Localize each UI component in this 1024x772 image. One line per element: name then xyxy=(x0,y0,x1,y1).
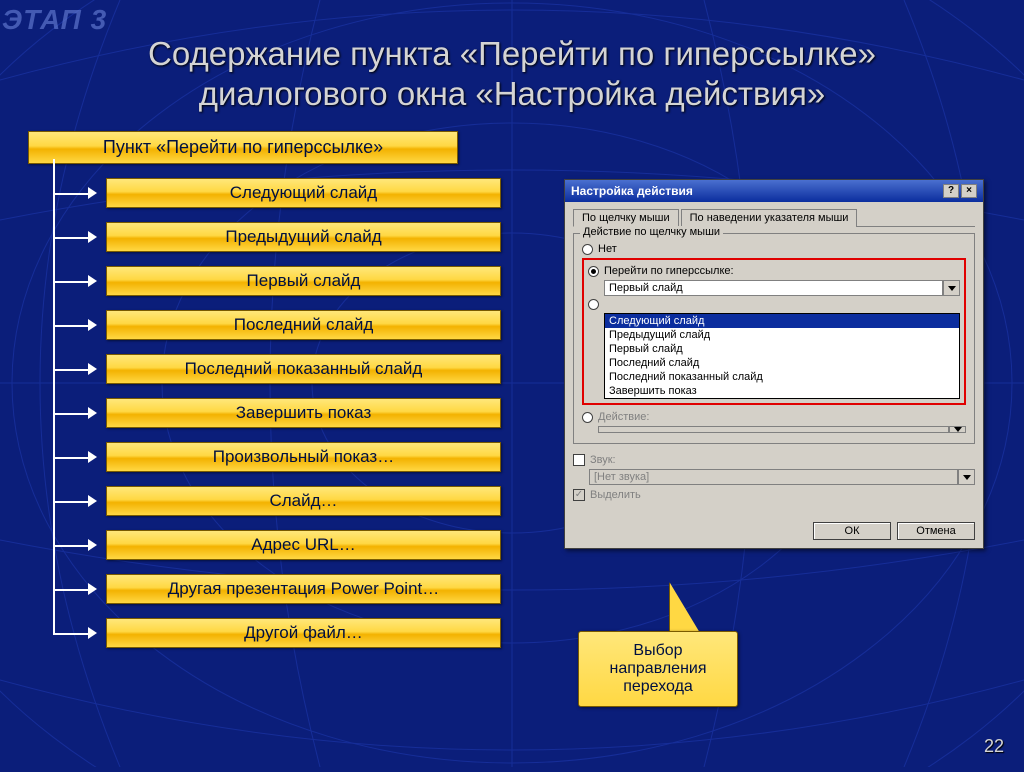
tree-item: Следующий слайд xyxy=(106,178,501,208)
tree-item: Последний слайд xyxy=(106,310,501,340)
callout-box: Выбор направления перехода xyxy=(578,631,738,707)
tree-branch: Первый слайд xyxy=(28,266,538,296)
dropdown-item[interactable]: Следующий слайд xyxy=(605,314,959,328)
tree-branch: Последний показанный слайд xyxy=(28,354,538,384)
hyperlink-combo[interactable]: Первый слайд xyxy=(604,280,960,296)
tree-branch: Предыдущий слайд xyxy=(28,222,538,252)
tree-item: Первый слайд xyxy=(106,266,501,296)
tree-item: Произвольный показ… xyxy=(106,442,501,472)
radio-hyperlink-label: Перейти по гиперссылке: xyxy=(604,265,734,277)
tree-branch: Завершить показ xyxy=(28,398,538,428)
close-button[interactable]: × xyxy=(961,184,977,198)
radio-none-label: Нет xyxy=(598,243,617,255)
tab-on-hover[interactable]: По наведении указателя мыши xyxy=(681,209,858,227)
ok-button[interactable]: ОК xyxy=(813,522,891,540)
checkbox-sound[interactable] xyxy=(573,454,585,466)
title-line-2: диалогового окна «Настройка действия» xyxy=(199,75,825,112)
action-combo xyxy=(598,426,966,433)
dropdown-item[interactable]: Предыдущий слайд xyxy=(605,328,959,342)
dialog-tabs: По щелчку мыши По наведении указателя мы… xyxy=(573,208,975,227)
tree-root: Пункт «Перейти по гиперссылке» xyxy=(28,131,458,164)
tree-item: Последний показанный слайд xyxy=(106,354,501,384)
dropdown-item[interactable]: Последний показанный слайд xyxy=(605,370,959,384)
sound-combo-value: [Нет звука] xyxy=(589,469,958,485)
tree-branch: Произвольный показ… xyxy=(28,442,538,472)
hyperlink-dropdown-list[interactable]: Следующий слайд Предыдущий слайд Первый … xyxy=(604,313,960,399)
action-group: Действие по щелчку мыши Нет Перейти по г… xyxy=(573,233,975,444)
tree-branch: Адрес URL… xyxy=(28,530,538,560)
help-button[interactable]: ? xyxy=(943,184,959,198)
tab-on-click[interactable]: По щелчку мыши xyxy=(573,209,679,227)
dropdown-item[interactable]: Первый слайд xyxy=(605,342,959,356)
group-label: Действие по щелчку мыши xyxy=(580,226,723,238)
callout-tail xyxy=(670,583,700,633)
action-combo-button xyxy=(949,426,966,433)
checkbox-highlight xyxy=(573,489,585,501)
tree-item: Другой файл… xyxy=(106,618,501,648)
checkbox-highlight-label: Выделить xyxy=(590,489,641,501)
tree-item: Завершить показ xyxy=(106,398,501,428)
tree-branch: Следующий слайд xyxy=(28,178,538,208)
tree-branch: Другая презентация Power Point… xyxy=(28,574,538,604)
page-number: 22 xyxy=(984,736,1004,757)
tree-branch: Последний слайд xyxy=(28,310,538,340)
action-settings-dialog: Настройка действия ? × По щелчку мыши По… xyxy=(564,179,984,549)
highlight-box: Перейти по гиперссылке: Первый слайд Сле… xyxy=(582,258,966,405)
tree-item: Другая презентация Power Point… xyxy=(106,574,501,604)
combo-dropdown-button[interactable] xyxy=(943,280,960,296)
radio-none[interactable] xyxy=(582,244,593,255)
sound-combo: [Нет звука] xyxy=(589,469,975,485)
radio-hyperlink[interactable] xyxy=(588,266,599,277)
action-combo-value xyxy=(598,426,949,433)
dropdown-item[interactable]: Последний слайд xyxy=(605,356,959,370)
combo-value: Первый слайд xyxy=(604,280,943,296)
radio-hidden-1[interactable] xyxy=(588,299,599,310)
dialog-titlebar: Настройка действия ? × xyxy=(565,180,983,202)
dialog-title-text: Настройка действия xyxy=(571,184,693,198)
checkbox-sound-label: Звук: xyxy=(590,454,616,466)
tree-item: Адрес URL… xyxy=(106,530,501,560)
slide-title: Содержание пункта «Перейти по гиперссылк… xyxy=(0,0,1024,123)
tree-item: Предыдущий слайд xyxy=(106,222,501,252)
radio-action-label: Действие: xyxy=(598,411,649,423)
tree-item: Слайд… xyxy=(106,486,501,516)
tree-branch: Слайд… xyxy=(28,486,538,516)
hierarchy-tree: Пункт «Перейти по гиперссылке» Следующий… xyxy=(28,131,538,648)
title-line-1: Содержание пункта «Перейти по гиперссылк… xyxy=(148,35,876,72)
dropdown-item[interactable]: Завершить показ xyxy=(605,384,959,398)
radio-action xyxy=(582,412,593,423)
cancel-button[interactable]: Отмена xyxy=(897,522,975,540)
tree-branch: Другой файл… xyxy=(28,618,538,648)
sound-combo-button xyxy=(958,469,975,485)
